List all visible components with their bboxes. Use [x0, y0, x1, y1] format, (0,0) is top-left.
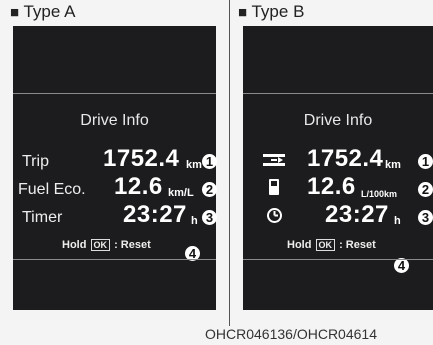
fuel-economy-value: 12.6: [114, 173, 163, 200]
bottom-separator: [13, 259, 216, 260]
drive-info-title: Drive Info: [80, 112, 149, 129]
hold-text: Hold: [287, 239, 312, 251]
square-bullet-icon: ■: [238, 4, 248, 21]
trip-row: Trip 1752.4 km 1: [13, 145, 217, 173]
trip-row: 1752.4 km 1: [243, 145, 433, 173]
timer-unit: h: [191, 215, 198, 227]
top-separator: [13, 93, 216, 94]
fuel-economy-row: 12.6 L/100km 2: [243, 173, 433, 201]
fuel-economy-label: Fuel Eco.: [18, 181, 86, 198]
fuel-economy-value: 12.6: [307, 173, 356, 200]
caption-type-a-label: Type A: [23, 2, 76, 21]
clock-icon: [267, 208, 282, 223]
timer-value: 23:27: [325, 201, 389, 228]
callout-4: 4: [394, 258, 409, 273]
trip-unit: km: [186, 159, 202, 171]
hold-ok-reset-hint: Hold OK : Reset: [62, 239, 151, 251]
bottom-separator: [243, 259, 433, 260]
caption-type-b-label: Type B: [251, 2, 305, 21]
fuel-economy-row: Fuel Eco. 12.6 km/L 2: [13, 173, 217, 201]
callout-3: 3: [202, 210, 217, 225]
type-a-display: Drive Info Trip 1752.4 km 1 Fuel Eco. 12…: [13, 26, 217, 310]
callout-3: 3: [418, 210, 433, 225]
trip-unit: km: [385, 159, 401, 171]
ok-button-symbol: OK: [315, 239, 336, 251]
hold-text: Hold: [62, 239, 87, 251]
type-b-display: Drive Info 1752.4 km 1 12.6 L/100km 2 23…: [243, 26, 433, 310]
fuel-economy-unit: L/100km: [361, 189, 398, 199]
reset-text: : Reset: [114, 239, 151, 251]
drive-info-title: Drive Info: [303, 112, 373, 129]
timer-label: Timer: [22, 209, 63, 226]
caption-type-b: ■ Type B: [238, 2, 304, 22]
timer-row: Timer 23:27 h 3: [13, 201, 217, 229]
timer-row: 23:27 h 3: [243, 201, 433, 229]
figure-code: OHCR046136/OHCR04614: [205, 326, 377, 342]
trip-value: 1752.4: [307, 145, 384, 172]
trip-label: Trip: [22, 153, 49, 170]
callout-2: 2: [418, 182, 433, 197]
callout-2: 2: [202, 182, 217, 197]
square-bullet-icon: ■: [10, 4, 20, 21]
caption-type-a: ■ Type A: [10, 2, 75, 22]
fuel-economy-unit: km/L: [168, 187, 194, 199]
callout-1: 1: [202, 154, 217, 169]
top-separator: [243, 93, 433, 94]
panel-divider: [229, 0, 230, 326]
road-icon: [263, 154, 285, 166]
timer-unit: h: [394, 215, 401, 227]
callout-1: 1: [418, 154, 433, 169]
fuel-pump-icon: [269, 179, 279, 195]
trip-value: 1752.4: [103, 145, 180, 172]
reset-text: : Reset: [339, 239, 376, 251]
timer-value: 23:27: [123, 201, 187, 228]
hold-ok-reset-hint: Hold OK : Reset: [287, 239, 376, 251]
ok-button-symbol: OK: [90, 239, 111, 251]
